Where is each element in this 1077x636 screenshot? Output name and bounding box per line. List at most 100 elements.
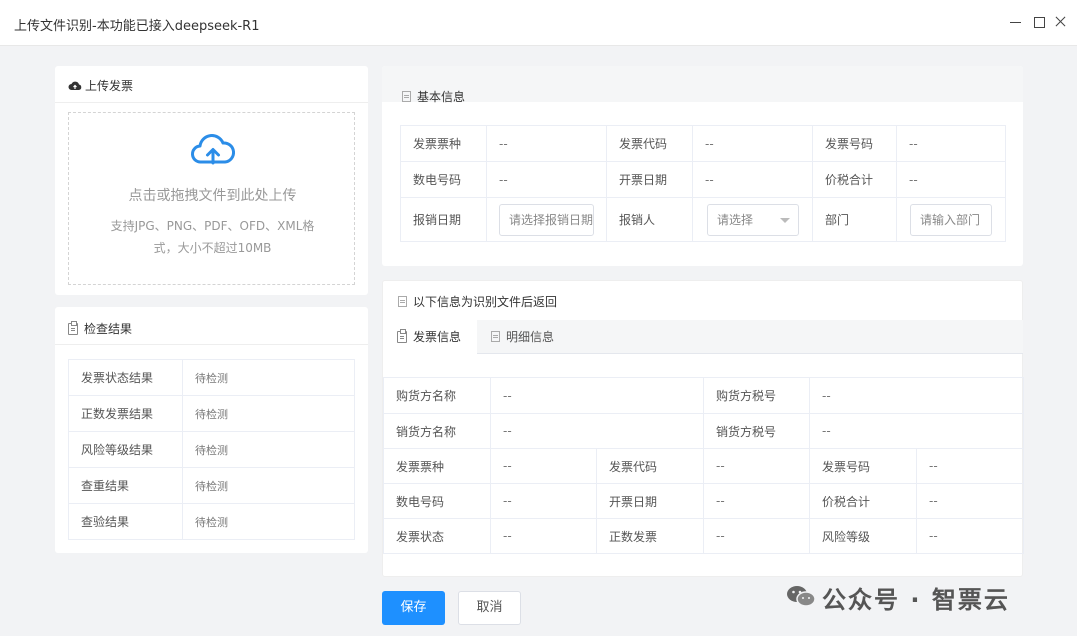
check-label: 正数发票结果 — [68, 395, 183, 432]
document-icon — [402, 91, 411, 102]
field-label: 开票日期 — [606, 161, 693, 198]
window-titlebar: 上传文件识别-本功能已接入deepseek-R1 — [0, 0, 1077, 46]
field-label: 风险等级 — [809, 518, 917, 554]
field-cell: 请选择 — [692, 197, 813, 242]
field-label: 购货方名称 — [383, 377, 491, 414]
table-row: 查重结果 待检测 — [68, 467, 355, 504]
chevron-down-icon — [780, 217, 790, 223]
table-row: 发票票种 -- 发票代码 -- 发票号码 -- — [400, 125, 1006, 162]
close-icon[interactable] — [1053, 14, 1069, 30]
tab-detail-info[interactable]: 明细信息 — [477, 320, 577, 354]
watermark-text: 公众号 · 智票云 — [822, 586, 1010, 614]
field-value: -- — [486, 125, 607, 162]
field-label: 发票状态 — [383, 518, 491, 554]
divider — [55, 344, 368, 345]
field-label: 报销日期 — [400, 197, 487, 242]
document-icon — [491, 331, 500, 342]
check-value: 待检测 — [182, 431, 355, 468]
field-label: 部门 — [812, 197, 897, 242]
check-results-title-text: 检查结果 — [84, 322, 133, 336]
field-value: -- — [896, 161, 1006, 198]
upload-hint-line2: 式，大小不超过10MB — [153, 241, 272, 255]
wechat-icon — [787, 586, 816, 607]
field-label: 发票票种 — [400, 125, 487, 162]
clipboard-icon — [397, 329, 407, 343]
result-panel-title-text: 以下信息为识别文件后返回 — [413, 295, 558, 309]
field-value: -- — [692, 125, 813, 162]
field-label: 报销人 — [606, 197, 693, 242]
check-results-title: 检查结果 — [68, 320, 132, 337]
field-value: -- — [490, 518, 597, 554]
reimburser-select[interactable]: 请选择 — [707, 203, 799, 236]
field-value: -- — [916, 518, 1024, 554]
table-row: 正数发票结果 待检测 — [68, 395, 355, 432]
basic-info-title: 基本信息 — [402, 88, 465, 105]
save-button[interactable]: 保存 — [382, 591, 445, 625]
check-value: 待检测 — [182, 467, 355, 504]
result-tabs: 发票信息 明细信息 — [383, 320, 1023, 354]
field-value: -- — [490, 377, 704, 414]
field-value: -- — [490, 483, 597, 519]
field-value: -- — [809, 413, 1024, 449]
basic-info-table: 发票票种 -- 发票代码 -- 发票号码 -- 数电号码 -- 开票日期 -- … — [400, 125, 1006, 242]
table-row: 风险等级结果 待检测 — [68, 431, 355, 468]
check-label: 风险等级结果 — [68, 431, 183, 468]
watermark: 公众号 · 智票云 — [786, 580, 1056, 614]
table-row: 数电号码 -- 开票日期 -- 价税合计 -- — [400, 161, 1006, 198]
department-input[interactable]: 请输入部门 — [910, 203, 992, 236]
table-row: 发票票种 -- 发票代码 -- 发票号码 -- — [383, 448, 1024, 484]
field-value: -- — [916, 448, 1024, 484]
maximize-icon[interactable] — [1031, 14, 1047, 30]
field-label: 销货方名称 — [383, 413, 491, 449]
check-label: 查验结果 — [68, 503, 183, 540]
table-row: 发票状态结果 待检测 — [68, 359, 355, 396]
field-label: 发票代码 — [606, 125, 693, 162]
party-info-table: 购货方名称 -- 购货方税号 -- 销货方名称 -- 销货方税号 -- — [383, 377, 1024, 449]
window-title: 上传文件识别-本功能已接入deepseek-R1 — [14, 19, 260, 34]
field-value: -- — [486, 161, 607, 198]
table-row: 查验结果 待检测 — [68, 503, 355, 540]
table-row: 发票状态 -- 正数发票 -- 风险等级 -- — [383, 518, 1024, 554]
field-label: 销货方税号 — [703, 413, 810, 449]
check-value: 待检测 — [182, 395, 355, 432]
cloud-upload-small-icon — [68, 81, 82, 90]
field-label: 发票票种 — [383, 448, 491, 484]
upload-main-text: 点击或拖拽文件到此处上传 — [128, 188, 297, 204]
field-value: -- — [809, 377, 1024, 414]
field-label: 开票日期 — [596, 483, 704, 519]
field-value: -- — [896, 125, 1006, 162]
upload-hint-line1: 支持JPG、PNG、PDF、OFD、XML格 — [110, 219, 315, 233]
invoice-info-table: 发票票种 -- 发票代码 -- 发票号码 -- 数电号码 -- 开票日期 -- … — [383, 448, 1024, 554]
field-cell: 请输入部门 — [896, 197, 1006, 242]
field-label: 购货方税号 — [703, 377, 810, 414]
upload-dropzone[interactable]: 点击或拖拽文件到此处上传 支持JPG、PNG、PDF、OFD、XML格 式，大小… — [68, 112, 355, 285]
tab-detail-info-label: 明细信息 — [506, 330, 555, 344]
reimburse-date-picker[interactable]: 请选择报销日期 — [499, 203, 594, 236]
check-label: 查重结果 — [68, 467, 183, 504]
field-label: 数电号码 — [400, 161, 487, 198]
table-row: 购货方名称 -- 购货方税号 -- — [383, 377, 1024, 414]
tab-invoice-info-label: 发票信息 — [413, 330, 462, 344]
cancel-button[interactable]: 取消 — [458, 591, 521, 625]
table-row: 数电号码 -- 开票日期 -- 价税合计 -- — [383, 483, 1024, 519]
upload-title-text: 上传发票 — [85, 79, 134, 93]
tab-invoice-info[interactable]: 发票信息 — [383, 320, 477, 354]
clipboard-icon — [68, 321, 78, 335]
check-label: 发票状态结果 — [68, 359, 183, 396]
field-value: -- — [692, 161, 813, 198]
document-icon — [398, 296, 407, 307]
cloud-upload-icon — [191, 134, 235, 165]
field-cell: 请选择报销日期 — [486, 197, 607, 242]
result-panel-title: 以下信息为识别文件后返回 — [398, 293, 557, 310]
check-value: 待检测 — [182, 359, 355, 396]
field-value: -- — [703, 483, 810, 519]
field-label: 正数发票 — [596, 518, 704, 554]
table-row: 销货方名称 -- 销货方税号 -- — [383, 413, 1024, 449]
field-value: -- — [703, 448, 810, 484]
field-label: 发票号码 — [809, 448, 917, 484]
minimize-icon[interactable] — [1008, 14, 1024, 30]
reimburser-select-text: 请选择 — [717, 212, 754, 227]
field-label: 数电号码 — [383, 483, 491, 519]
field-label: 价税合计 — [812, 161, 897, 198]
upload-panel-title: 上传发票 — [68, 77, 133, 94]
